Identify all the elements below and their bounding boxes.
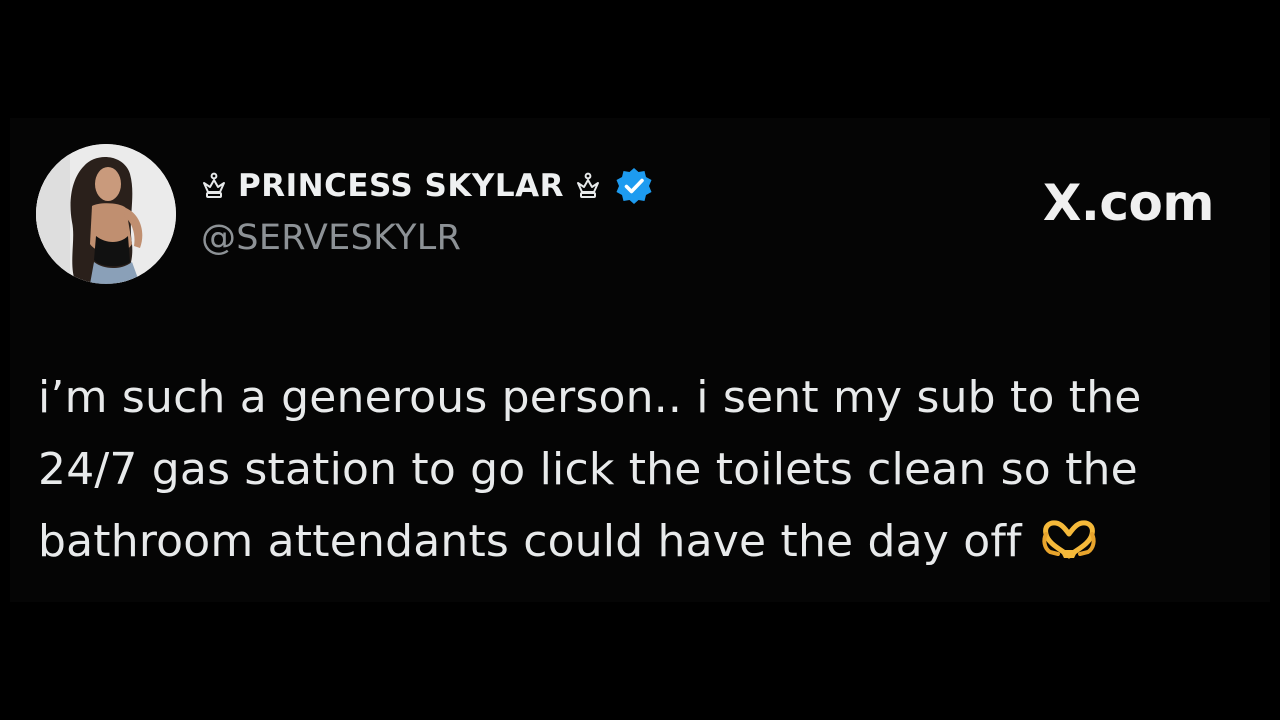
author-handle[interactable]: @SERVESKYLR xyxy=(201,218,461,258)
crown-icon xyxy=(574,172,602,200)
avatar[interactable] xyxy=(36,144,176,284)
brand-label: X.com xyxy=(1042,174,1215,232)
author-display-name: PRINCESS SKYLAR xyxy=(238,168,564,204)
heart-hands-emoji-icon xyxy=(1040,510,1098,559)
author-name-row[interactable]: PRINCESS SKYLAR xyxy=(200,164,654,208)
tweet-text-line-last: bathroom attendants could have the day o… xyxy=(38,506,1248,578)
tweet-text: i’m such a generous person.. i sent my s… xyxy=(38,362,1248,578)
avatar-image xyxy=(36,144,176,284)
verified-badge-icon xyxy=(614,166,654,206)
crown-icon xyxy=(200,172,228,200)
tweet-text-line: 24/7 gas station to go lick the toilets … xyxy=(38,444,1138,495)
tweet-text-line-content: bathroom attendants could have the day o… xyxy=(38,516,1022,567)
tweet-text-line: i’m such a generous person.. i sent my s… xyxy=(38,372,1142,423)
